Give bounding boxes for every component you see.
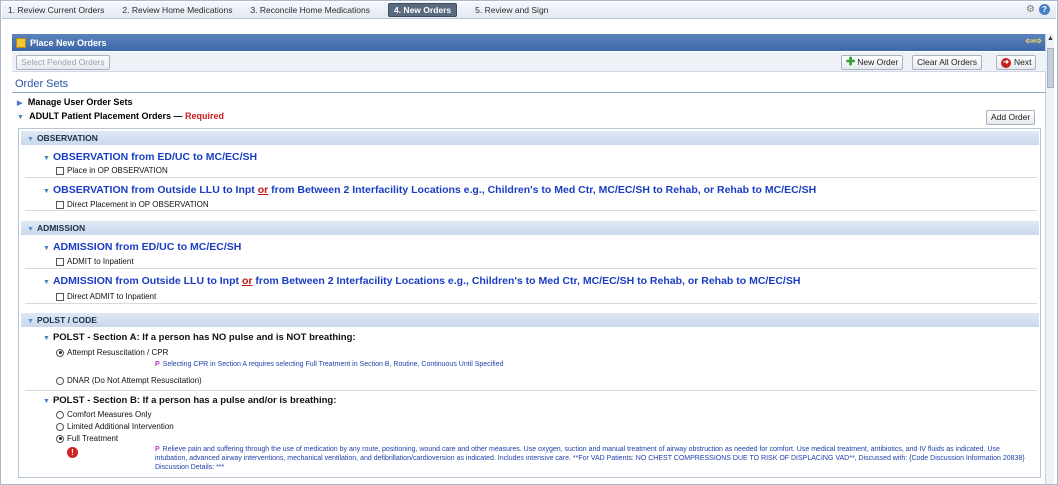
place-new-orders-header: Place New Orders ⇦⇨ (12, 34, 1046, 51)
direct-placement-op-observation-row[interactable]: Direct Placement in OP OBSERVATION (56, 200, 209, 209)
collapse-down-icon[interactable]: ▼ (43, 279, 50, 286)
comfort-measures-radio[interactable] (56, 410, 64, 419)
order-window: 1. Review Current Orders 2. Review Home … (0, 0, 1058, 485)
step-review-and-sign[interactable]: 5. Review and Sign (475, 5, 548, 15)
collapse-arrows-icon[interactable]: ⇦⇨ (1025, 36, 1042, 47)
direct-placement-op-observation-label: Direct Placement in OP OBSERVATION (67, 200, 209, 209)
observation-section-label: OBSERVATION (36, 133, 98, 143)
polst-section-a-group: ▼ POLST - Section A: If a person has NO p… (25, 329, 1037, 391)
collapse-down-icon[interactable]: ▼ (43, 245, 50, 252)
collapse-down-icon[interactable]: ▼ (43, 398, 50, 405)
tools-icon[interactable]: ⚙ (1025, 4, 1036, 15)
observation-outside-group: ▼ OBSERVATION from Outside LLU to Inpt or… (25, 179, 1037, 211)
direct-admit-inpatient-row[interactable]: Direct ADMIT to Inpatient (56, 292, 156, 301)
limited-intervention-row[interactable]: Limited Additional Intervention (56, 422, 174, 431)
admission-section-label: ADMISSION (36, 223, 86, 233)
alert-icon[interactable]: ! (67, 447, 78, 458)
direct-placement-op-observation-checkbox[interactable] (56, 200, 64, 209)
new-order-button[interactable]: ✚ New Order (841, 55, 904, 70)
cpr-note: P Selecting CPR in Section A requires sel… (155, 361, 504, 368)
admission-section-header[interactable]: ▼ ADMISSION (21, 221, 1039, 235)
order-sets-title: Order Sets (15, 78, 69, 90)
observation-ed-title[interactable]: ▼ OBSERVATION from ED/UC to MC/EC/SH (43, 151, 257, 163)
collapse-down-icon[interactable]: ▼ (43, 155, 50, 162)
observation-outside-title[interactable]: ▼ OBSERVATION from Outside LLU to Inpt or… (43, 184, 816, 196)
collapse-down-icon[interactable]: ▼ (43, 335, 50, 342)
next-arrow-icon: ➜ (1001, 57, 1011, 68)
limited-intervention-label: Limited Additional Intervention (67, 422, 174, 431)
manage-user-order-sets-label: Manage User Order Sets (27, 97, 133, 107)
step-review-current-orders[interactable]: 1. Review Current Orders (8, 5, 104, 15)
required-label: Required (185, 111, 225, 121)
polst-section-b-group: ▼ POLST - Section B: If a person has a pu… (25, 392, 1037, 476)
expand-right-icon[interactable]: ▶ (17, 100, 22, 107)
orders-toolbar: Select Pended Orders ✚ New Order Clear A… (12, 52, 1046, 72)
clear-all-orders-button[interactable]: Clear All Orders (912, 55, 982, 70)
limited-intervention-radio[interactable] (56, 422, 64, 431)
collapse-down-icon[interactable]: ▼ (17, 114, 24, 121)
attempt-resuscitation-label: Attempt Resuscitation / CPR (67, 348, 169, 357)
step-reconcile-home-medications[interactable]: 3. Reconcile Home Medications (250, 5, 370, 15)
help-icon[interactable]: ? (1039, 4, 1050, 15)
full-treatment-label: Full Treatment (67, 434, 119, 443)
full-treatment-row[interactable]: Full Treatment (56, 434, 118, 443)
attempt-resuscitation-row[interactable]: Attempt Resuscitation / CPR (56, 348, 168, 357)
place-in-op-observation-checkbox[interactable] (56, 166, 64, 175)
polst-code-section-label: POLST / CODE (36, 315, 97, 325)
direct-admit-inpatient-label: Direct ADMIT to Inpatient (67, 292, 157, 301)
workflow-step-bar: 1. Review Current Orders 2. Review Home … (2, 2, 1056, 19)
add-order-button[interactable]: Add Order (986, 110, 1036, 125)
manage-user-order-sets-row[interactable]: ▶ Manage User Order Sets (17, 97, 132, 107)
polst-section-a-title[interactable]: ▼ POLST - Section A: If a person has NO p… (43, 332, 356, 343)
admission-ed-title[interactable]: ▼ ADMISSION from ED/UC to MC/EC/SH (43, 241, 241, 253)
place-in-op-observation-row[interactable]: Place in OP OBSERVATION (56, 166, 168, 175)
order-sets-divider (12, 92, 1046, 93)
scroll-thumb[interactable] (1047, 48, 1054, 88)
orders-icon (16, 37, 26, 48)
step-new-orders[interactable]: 4. New Orders (387, 3, 458, 17)
select-pended-orders-button[interactable]: Select Pended Orders (16, 55, 110, 70)
comfort-measures-label: Comfort Measures Only (67, 410, 152, 419)
place-in-op-observation-label: Place in OP OBSERVATION (67, 166, 168, 175)
dnar-row[interactable]: DNAR (Do Not Attempt Resuscitation) (56, 376, 202, 385)
adult-placement-orders-label: ADULT Patient Placement Orders — (29, 111, 183, 121)
direct-admit-inpatient-checkbox[interactable] (56, 292, 64, 301)
step-review-home-medications[interactable]: 2. Review Home Medications (122, 5, 232, 15)
observation-ed-group: ▼ OBSERVATION from ED/UC to MC/EC/SH Plac… (25, 147, 1037, 178)
note-flag-icon: P (155, 361, 160, 368)
collapse-down-icon[interactable]: ▼ (27, 226, 34, 233)
adult-placement-orders-row[interactable]: ▼ ADULT Patient Placement Orders — Requi… (17, 111, 224, 121)
dnar-radio[interactable] (56, 376, 64, 385)
polst-code-section-header[interactable]: ▼ POLST / CODE (21, 313, 1039, 327)
note-flag-icon: P (155, 446, 160, 453)
admission-ed-group: ▼ ADMISSION from ED/UC to MC/EC/SH ADMIT … (25, 237, 1037, 269)
full-treatment-note: P Relieve pain and suffering through the … (155, 446, 1025, 471)
admit-to-inpatient-row[interactable]: ADMIT to Inpatient (56, 257, 134, 266)
collapse-down-icon[interactable]: ▼ (27, 136, 34, 143)
plus-icon: ✚ (846, 56, 856, 68)
admit-to-inpatient-label: ADMIT to Inpatient (67, 257, 134, 266)
comfort-measures-row[interactable]: Comfort Measures Only (56, 410, 151, 419)
polst-section-b-title[interactable]: ▼ POLST - Section B: If a person has a pu… (43, 395, 336, 406)
header-title: Place New Orders (30, 37, 107, 48)
attempt-resuscitation-radio[interactable] (56, 348, 64, 357)
next-button[interactable]: ➜ Next (996, 55, 1037, 70)
admission-outside-title[interactable]: ▼ ADMISSION from Outside LLU to Inpt or f… (43, 275, 800, 287)
full-treatment-radio[interactable] (56, 434, 64, 443)
collapse-down-icon[interactable]: ▼ (43, 188, 50, 195)
vertical-scrollbar[interactable]: ▲ (1045, 34, 1054, 484)
dnar-label: DNAR (Do Not Attempt Resuscitation) (67, 376, 202, 385)
scroll-up-arrow-icon[interactable]: ▲ (1046, 34, 1055, 43)
order-set-content: ▼ OBSERVATION ▼ OBSERVATION from ED/UC to … (18, 128, 1041, 478)
collapse-down-icon[interactable]: ▼ (27, 318, 34, 325)
admit-to-inpatient-checkbox[interactable] (56, 257, 64, 266)
new-order-label: New Order (857, 57, 899, 67)
next-label: Next (1014, 57, 1032, 67)
admission-outside-group: ▼ ADMISSION from Outside LLU to Inpt or f… (25, 270, 1037, 304)
observation-section-header[interactable]: ▼ OBSERVATION (21, 131, 1039, 145)
